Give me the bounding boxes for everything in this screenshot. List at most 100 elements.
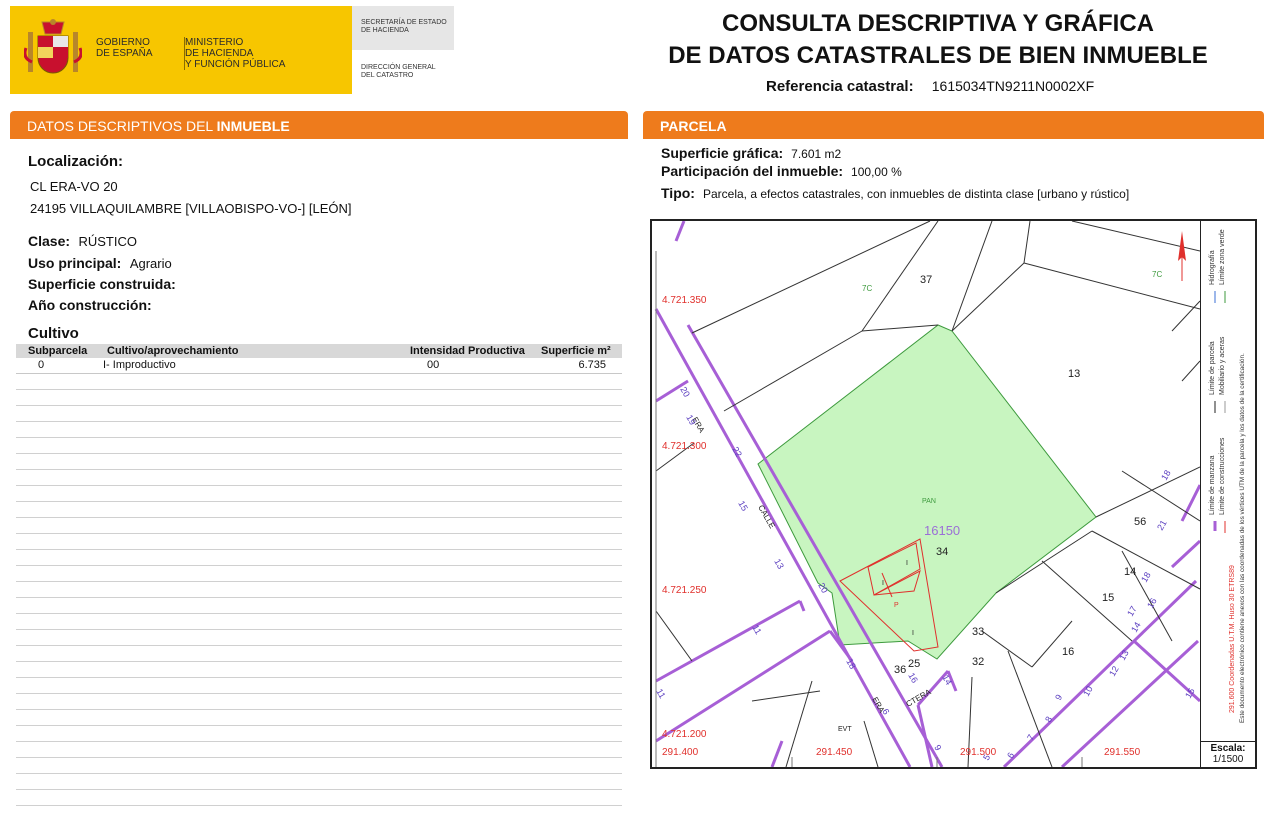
map-scale-value: 1/1500 xyxy=(1212,754,1244,765)
cultivo-title: Cultivo xyxy=(28,325,79,342)
street-number-label: 8 xyxy=(1043,715,1054,724)
x-coordinate-label: 291.550 xyxy=(1104,747,1141,758)
map-small-label: P xyxy=(894,602,899,609)
map-small-label: 7C xyxy=(862,284,872,293)
superficie-grafica-row: Superficie gráfica: 7.601 m2 xyxy=(661,145,842,161)
street-number-label: 18 xyxy=(1139,570,1153,584)
street-number-label: 11 xyxy=(750,623,763,636)
header-superficie: Superficie m² xyxy=(541,345,611,357)
legend-hidrografia: Hidrografía xyxy=(1209,250,1216,285)
legend-zona-verde: Límite zona verde xyxy=(1219,229,1226,285)
empty-table-row xyxy=(16,726,622,742)
street-number-label: 10 xyxy=(1081,684,1095,698)
empty-table-row xyxy=(16,486,622,502)
empty-table-row xyxy=(16,470,622,486)
empty-table-row xyxy=(16,502,622,518)
empty-table-row xyxy=(16,662,622,678)
map-legend: Límite de manzana Límite de parcela Hidr… xyxy=(1200,221,1255,741)
clase-value: RÚSTICO xyxy=(78,234,137,249)
document-note: Este documento electrónico contiene anex… xyxy=(1239,353,1246,723)
street-number-label: 18 xyxy=(1159,468,1173,482)
empty-table-row xyxy=(16,454,622,470)
empty-table-row xyxy=(16,774,622,790)
street-number-label: 17 xyxy=(1125,604,1139,618)
parcel-number-label: 33 xyxy=(972,626,984,638)
datos-descriptivos-banner: DATOS DESCRIPTIVOS DEL INMUEBLE xyxy=(10,111,628,139)
north-arrow-icon xyxy=(1178,231,1186,281)
anio-construccion-label: Año construcción: xyxy=(28,297,152,313)
empty-table-row xyxy=(16,534,622,550)
empty-table-row xyxy=(16,438,622,454)
empty-table-row xyxy=(16,518,622,534)
empty-table-row xyxy=(16,694,622,710)
uso-row: Uso principal: Agrario xyxy=(28,255,172,271)
parcel-number-label: 34 xyxy=(936,546,948,558)
clase-row: Clase: RÚSTICO xyxy=(28,233,137,249)
address-line-2: 24195 VILLAQUILAMBRE [VILLAOBISPO-VO-] [… xyxy=(30,201,352,216)
table-row: 0 I- Improductivo 00 6.735 xyxy=(16,358,622,374)
parcel-number-label: 16 xyxy=(1062,646,1074,658)
empty-table-row xyxy=(16,582,622,598)
empty-table-row xyxy=(16,710,622,726)
street-number-label: 14 xyxy=(1129,620,1143,634)
secretaria-block: SECRETARÍA DE ESTADO DE HACIENDA xyxy=(352,6,454,50)
empty-table-row xyxy=(16,406,622,422)
empty-table-row xyxy=(16,614,622,630)
y-coordinate-label: 4.721.300 xyxy=(662,441,707,452)
y-coordinate-label: 4.721.350 xyxy=(662,295,707,306)
y-coordinate-label: 4.721.250 xyxy=(662,585,707,596)
map-small-label: EVT xyxy=(838,726,852,733)
empty-table-row xyxy=(16,390,622,406)
empty-table-row xyxy=(16,422,622,438)
x-coordinate-label: 291.450 xyxy=(816,747,853,758)
empty-table-row xyxy=(16,758,622,774)
map-canvas: 4.721.350 4.721.300 4.721.250 4.721.200 291.… xyxy=(654,221,1200,767)
legend-parcela: Límite de parcela xyxy=(1209,341,1216,395)
referencia-catastral: Referencia catastral: 1615034TN9211N0002… xyxy=(766,78,1095,95)
empty-table-row xyxy=(16,790,622,806)
parcel-number-label: 14 xyxy=(1124,566,1136,578)
uso-value: Agrario xyxy=(129,256,172,271)
legend-manzana: Límite de manzana xyxy=(1209,455,1216,515)
empty-table-row xyxy=(16,550,622,566)
empty-table-row xyxy=(16,678,622,694)
parcel-id-label: 16150 xyxy=(924,523,960,538)
address-line-1: CL ERA-VO 20 xyxy=(30,179,118,194)
street-name-label: CALLE xyxy=(756,504,776,530)
coat-of-arms-icon xyxy=(24,19,82,74)
map-small-label: 7C xyxy=(1152,270,1162,279)
empty-table-row xyxy=(16,646,622,662)
parcel-number-label: 56 xyxy=(1134,516,1146,528)
superficie-grafica-value: 7.601 m2 xyxy=(791,147,842,161)
street-number-label: 16 xyxy=(906,671,920,685)
selected-parcel xyxy=(757,324,1097,660)
ministerio-text: MINISTERIO DE HACIENDA Y FUNCIÓN PÚBLICA xyxy=(184,37,286,70)
street-number-label: 21 xyxy=(1155,518,1169,532)
gobierno-text: GOBIERNO DE ESPAÑA xyxy=(96,37,153,59)
legend-mobiliario: Mobiliario y aceras xyxy=(1219,336,1226,395)
street-number-label: 7 xyxy=(1025,733,1036,742)
cultivo-table-header: Subparcela Cultivo/aprovechamiento Inten… xyxy=(16,344,622,358)
map-small-label: I xyxy=(912,630,914,637)
cultivo-table: Subparcela Cultivo/aprovechamiento Inten… xyxy=(16,344,622,820)
page-title: CONSULTA DESCRIPTIVA Y GRÁFICA DE DATOS … xyxy=(668,10,1208,69)
map-small-label: I xyxy=(906,560,908,567)
cadastral-map: 4.721.350 4.721.300 4.721.250 4.721.200 291.… xyxy=(650,219,1257,769)
map-small-label: I xyxy=(882,580,884,587)
legend-construcciones: Límite de construcciones xyxy=(1219,437,1226,515)
government-logo-block: GOBIERNO DE ESPAÑA MINISTERIO DE HACIEND… xyxy=(10,6,352,94)
header-cultivo: Cultivo/aprovechamiento xyxy=(107,345,239,357)
street-number-label: 13 xyxy=(772,557,786,571)
parcel-number-label: 15 xyxy=(1102,592,1114,604)
street-number-label: 15 xyxy=(736,499,750,513)
street-number-label: 13 xyxy=(1117,648,1131,662)
map-small-label: PAN xyxy=(922,498,936,505)
street-number-label: 16 xyxy=(1145,596,1159,610)
localizacion-label: Localización: xyxy=(28,153,124,170)
street-number-label: 9 xyxy=(1053,693,1064,702)
parcel-number-label: 36 xyxy=(894,664,906,676)
superficie-construida-label: Superficie construida: xyxy=(28,276,176,292)
empty-table-row xyxy=(16,742,622,758)
parcel-number-label: 32 xyxy=(972,656,984,668)
parcel-number-label: 37 xyxy=(920,274,932,286)
